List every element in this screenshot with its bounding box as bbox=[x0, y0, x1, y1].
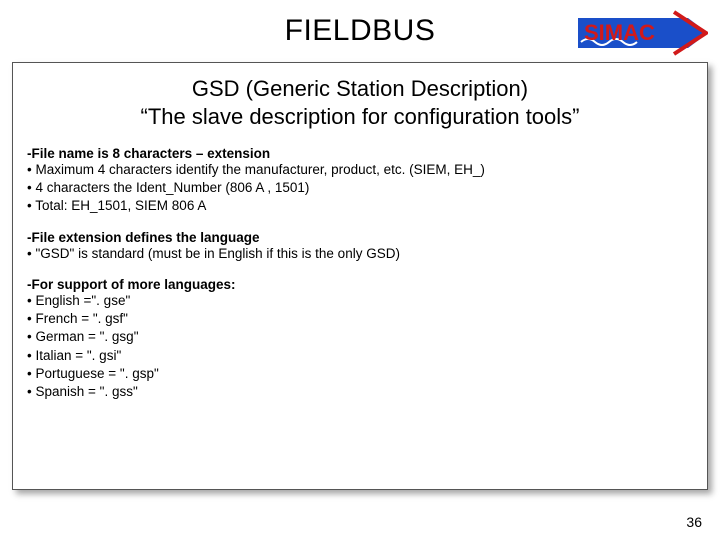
block2-head: -File extension defines the language bbox=[27, 230, 693, 245]
page-number: 36 bbox=[686, 514, 702, 530]
subtitle-line2: “The slave description for configuration… bbox=[141, 104, 580, 129]
block3-l1: • English =". gse" bbox=[27, 292, 693, 310]
block1-l1: • Maximum 4 characters identify the manu… bbox=[27, 161, 693, 179]
block1-head: -File name is 8 characters – extension bbox=[27, 146, 693, 161]
logo: SIMAC bbox=[578, 8, 708, 58]
block3-l2: • French = ". gsf" bbox=[27, 310, 693, 328]
block-filename: -File name is 8 characters – extension •… bbox=[27, 146, 693, 216]
block2-l1: • "GSD" is standard (must be in English … bbox=[27, 245, 693, 263]
block3-head: -For support of more languages: bbox=[27, 277, 693, 292]
header: FIELDBUS SIMAC bbox=[0, 0, 720, 60]
block3-l4: • Italian = ". gsi" bbox=[27, 347, 693, 365]
block-languages: -For support of more languages: • Englis… bbox=[27, 277, 693, 401]
logo-text: SIMAC bbox=[584, 20, 655, 45]
block1-l2: • 4 characters the Ident_Number (806 A ,… bbox=[27, 179, 693, 197]
block3-l5: • Portuguese = ". gsp" bbox=[27, 365, 693, 383]
block3-l6: • Spanish = ". gss" bbox=[27, 383, 693, 401]
content-box: GSD (Generic Station Description) “The s… bbox=[12, 62, 708, 490]
block3-l3: • German = ". gsg" bbox=[27, 328, 693, 346]
block1-l3: • Total: EH_1501, SIEM 806 A bbox=[27, 197, 693, 215]
subtitle: GSD (Generic Station Description) “The s… bbox=[27, 75, 693, 130]
block-extension: -File extension defines the language • "… bbox=[27, 230, 693, 263]
subtitle-line1: GSD (Generic Station Description) bbox=[192, 76, 528, 101]
slide: FIELDBUS SIMAC GSD (Generic Station Desc… bbox=[0, 0, 720, 540]
